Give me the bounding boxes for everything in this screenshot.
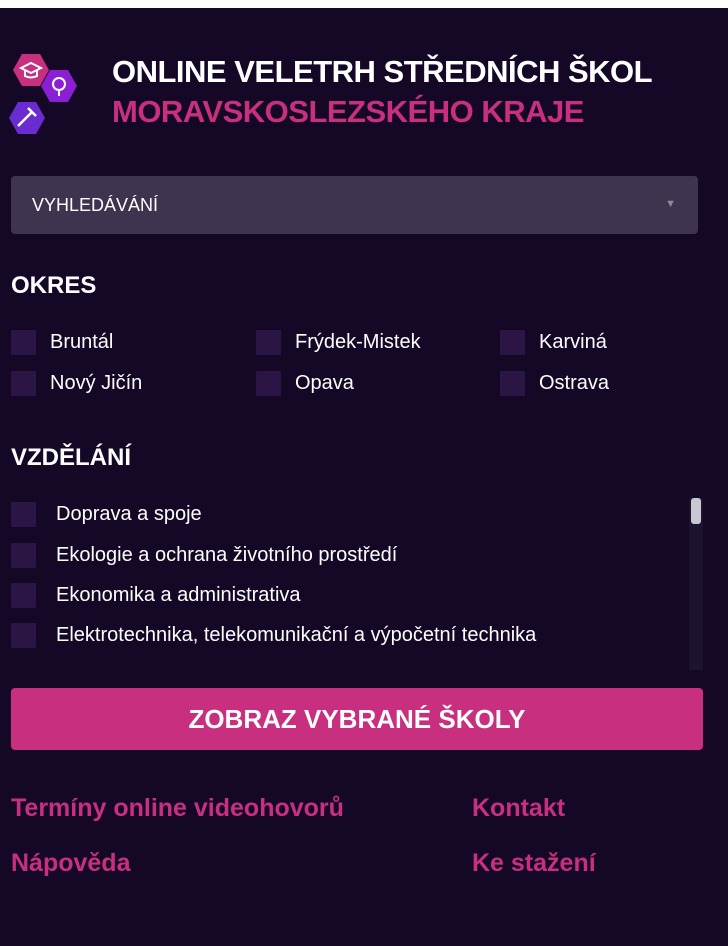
link-videocall-schedule[interactable]: Termíny online videohovorů [11, 794, 344, 823]
page-subtitle: MORAVSKOSLEZSKÉHO KRAJE [112, 94, 584, 129]
checkbox-label: Opava [295, 372, 354, 394]
link-downloads[interactable]: Ke stažení [472, 849, 596, 878]
checkbox[interactable] [500, 371, 525, 396]
checkbox-label: Ekologie a ochrana životního prostředí [56, 544, 398, 566]
search-dropdown-label: VYHLEDÁVÁNÍ [32, 195, 159, 215]
checkbox[interactable] [11, 502, 36, 527]
vzdelani-heading: VZDĚLÁNÍ [11, 444, 131, 471]
logo-icon [9, 54, 77, 134]
checkbox-label: Karviná [539, 331, 607, 353]
checkbox[interactable] [256, 330, 281, 355]
search-panel: ONLINE VELETRH STŘEDNÍCH ŠKOL MORAVSKOSL… [0, 8, 728, 946]
checkbox-label: Ekonomika a administrativa [56, 584, 301, 606]
page-title: ONLINE VELETRH STŘEDNÍCH ŠKOL [112, 54, 653, 89]
scrollbar-thumb[interactable] [691, 498, 701, 524]
checkbox[interactable] [11, 330, 36, 355]
vzdelani-list[interactable]: Doprava a spoje Ekologie a ochrana život… [0, 498, 700, 670]
checkbox-label: Bruntál [50, 331, 114, 353]
vzdelani-scrollbar[interactable] [689, 498, 703, 670]
checkbox-label: Nový Jičín [50, 372, 143, 394]
checkbox-label: Frýdek-Mistek [295, 331, 421, 353]
checkbox[interactable] [11, 543, 36, 568]
link-help[interactable]: Nápověda [11, 849, 130, 878]
show-selected-schools-button[interactable]: ZOBRAZ VYBRANÉ ŠKOLY [11, 688, 703, 750]
okres-heading: OKRES [11, 272, 97, 299]
checkbox[interactable] [11, 371, 36, 396]
chevron-down-icon: ▼ [665, 198, 676, 210]
checkbox[interactable] [11, 583, 36, 608]
checkbox-label: Elektrotechnika, telekomunikační a výpoč… [56, 624, 537, 646]
checkbox-label: Ostrava [539, 372, 610, 394]
checkbox-label: Doprava a spoje [56, 503, 202, 525]
checkbox[interactable] [500, 330, 525, 355]
checkbox[interactable] [11, 623, 36, 648]
checkbox[interactable] [256, 371, 281, 396]
search-dropdown[interactable]: VYHLEDÁVÁNÍ ▼ [11, 176, 698, 234]
link-contact[interactable]: Kontakt [472, 794, 565, 823]
